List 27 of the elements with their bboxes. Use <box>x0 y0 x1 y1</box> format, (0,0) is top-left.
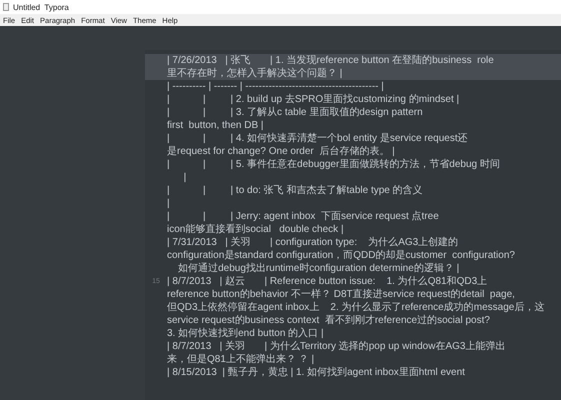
code-line: | 8/15/2013 | 甄子丹，黄忠 | 1. 如何找到agent inbox里面html event <box>167 366 466 379</box>
document-icon <box>3 3 9 11</box>
code-line: | 7/26/2013 | 张飞 | 1. 当发现reference button 在登陆的business role <box>167 54 495 67</box>
code-line: reference button的behavior 不一样？ D8T直接进service request的detail page, <box>167 288 516 301</box>
code-line: | | | Jerry: agent inbox 下面service request 点tree <box>167 210 440 223</box>
code-line: 是request for change? One order 后台存储的表。 | <box>167 145 396 158</box>
code-line: | <box>182 171 188 184</box>
code-line: icon能够直接看到social double check | <box>167 223 345 236</box>
code-line: | | | 3. 了解从c table 里面取值的design pattern <box>167 106 424 119</box>
code-line: | 8/7/2013 | 赵云 | Reference button issue: 1. 为什么Q81和QD3上 <box>167 275 488 288</box>
code-line: | 7/31/2013 | 关羽 | configuration type: 为什么AG3上创建的 <box>167 236 460 249</box>
code-line: | 8/7/2013 | 关羽 | 为什么Territory 选择的pop up window在AG3上能弹出 <box>167 340 506 353</box>
code-line: | | | 5. 事件任意在debugger里面做跳转的方法，节省debug 时间 <box>167 158 501 171</box>
code-line: | | | 4. 如何快速弄清楚一个bol entity 是service request还 <box>167 132 469 145</box>
code-line: 如何通过debug找出runtime时configuration determine的逻辑？ | <box>177 262 460 275</box>
code-line: | | | 2. build up 去SPRO里面找customizing 的mindset | <box>167 93 460 106</box>
code-line: | ---------- | ------- | ---------------------------------------- | <box>167 80 385 93</box>
code-line: service request的business context 看不到刚才reference过的social post? <box>167 314 491 327</box>
code-line: 3. 如何快速找到end button 的入口 | <box>167 327 325 340</box>
code-line: configuration是standard configuration，而QDD的却是customer configuration? <box>167 249 516 262</box>
window-title: Untitled Typora <box>13 2 69 12</box>
code-line: 但QD3上依然停留在agent inbox上 2. 为什么显示了reference成功的message后，这 <box>167 301 546 314</box>
code-line: 来，但是Q81上不能弹出来？ ？ | <box>167 353 316 366</box>
code-line: | | | to do: 张飞 和吉杰去了解table type 的含义 <box>167 184 424 197</box>
code-line: | <box>167 197 171 210</box>
code-line: first button, then DB | <box>167 119 265 132</box>
code-line: 里不存在时，怎样入手解决这个问题？ | <box>167 67 344 80</box>
